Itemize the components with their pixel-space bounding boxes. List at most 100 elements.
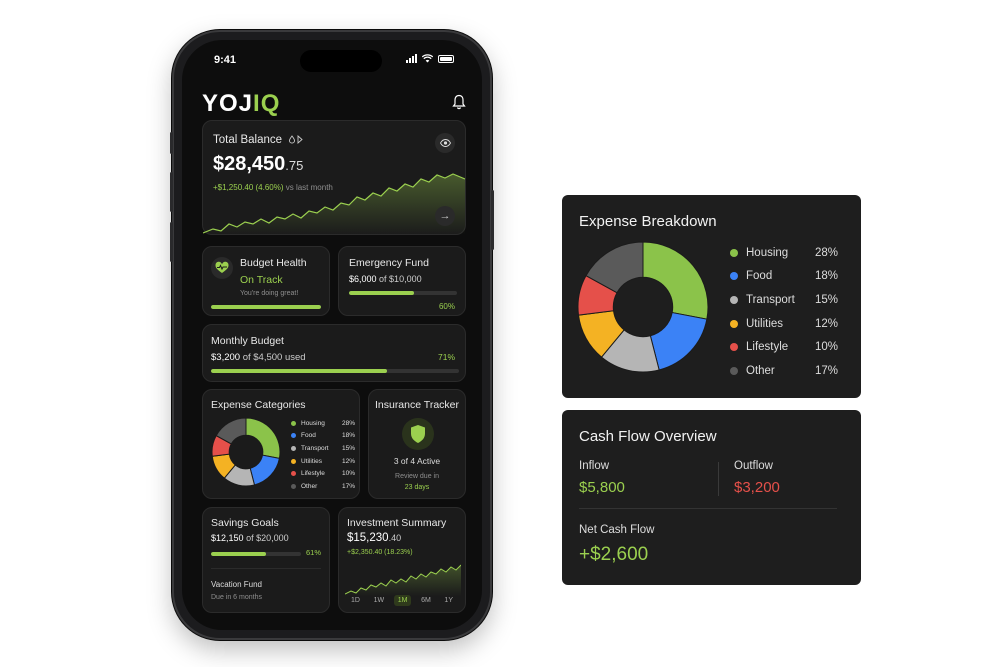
phone-frame: 9:41 YOJIQ Total Balance $28,450.75 +$1,… <box>170 30 494 640</box>
monthly-budget-percent: 71% <box>437 352 455 362</box>
legend-item-housing: Housing 28% <box>730 241 838 265</box>
emergency-fund-fill <box>349 291 414 295</box>
monthly-budget-card[interactable]: Monthly Budget $3,200 of $4,500 used 71% <box>202 324 466 382</box>
expense-breakdown-card[interactable]: Expense Breakdown Housing 28% Food 18% Trans… <box>562 195 861 398</box>
expense-categories-card[interactable]: Expense Categories Housing 28% Food 18% Tran… <box>202 389 360 499</box>
legend-percent: 17% <box>341 482 355 490</box>
app-header: YOJIQ <box>202 90 466 120</box>
cash-flow-divider-vertical <box>718 462 719 496</box>
legend-item-food: Food 18% <box>291 430 355 443</box>
expense-categories-legend: Housing 28% Food 18% Transport 15% Utilities 12… <box>291 417 355 493</box>
emergency-fund-card[interactable]: Emergency Fund $6,000 of $10,000 60% <box>338 246 466 316</box>
eye-icon[interactable] <box>435 133 455 153</box>
inflow-value: $5,800 <box>579 479 625 496</box>
savings-amount: $12,150 of $20,000 <box>211 533 289 543</box>
savings-percent: 61% <box>305 548 321 557</box>
donut-slice-food <box>649 311 708 371</box>
legend-item-other: Other 17% <box>291 480 355 493</box>
monthly-budget-amount: $3,200 of $4,500 used <box>211 352 306 363</box>
monthly-budget-fill <box>211 369 388 373</box>
balance-trend-chart <box>203 173 465 235</box>
timeframe-1d[interactable]: 1D <box>347 595 364 606</box>
cash-flow-title: Cash Flow Overview <box>579 428 717 445</box>
legend-label: Lifestyle <box>746 341 789 354</box>
legend-label: Other <box>301 482 318 490</box>
investment-summary-card[interactable]: Investment Summary $15,230.40 +$2,350.40… <box>338 507 466 613</box>
legend-percent: 12% <box>814 317 838 330</box>
expense-breakdown-legend: Housing 28% Food 18% Transport 15% Utilities 12… <box>730 241 838 383</box>
legend-dot <box>291 458 296 464</box>
donut-slice-housing <box>642 241 709 320</box>
legend-label: Other <box>746 364 775 377</box>
insurance-tracker-card[interactable]: Insurance Tracker 3 of 4 Active Review d… <box>368 389 466 499</box>
emergency-fund-bar <box>349 291 457 295</box>
volume-down-button <box>170 222 173 262</box>
legend-item-lifestyle: Lifestyle 10% <box>730 335 838 359</box>
timeframe-selector: 1D 1W 1M 6M 1Y <box>347 595 457 606</box>
savings-title: Savings Goals <box>211 517 279 529</box>
legend-label: Housing <box>746 246 789 259</box>
phone-screen: 9:41 YOJIQ Total Balance $28,450.75 +$1,… <box>182 40 482 630</box>
insurance-days: 23 days <box>404 484 430 491</box>
timeframe-1y[interactable]: 1Y <box>440 595 457 606</box>
battery-icon <box>438 54 454 63</box>
net-cash-flow-value: +$2,600 <box>579 544 649 565</box>
legend-item-other: Other 17% <box>730 359 838 383</box>
legend-dot <box>730 366 738 375</box>
donut-slice-housing <box>245 417 281 459</box>
legend-item-transport: Transport 15% <box>730 288 838 312</box>
legend-percent: 10% <box>341 470 355 478</box>
legend-percent: 28% <box>341 419 355 427</box>
expense-breakdown-donut <box>577 241 709 373</box>
balance-arrow-button[interactable]: → <box>435 206 455 226</box>
signal-icon <box>406 54 417 63</box>
legend-percent: 10% <box>814 341 838 354</box>
savings-goal-due: Due in 6 months <box>211 594 262 601</box>
heart-pulse-icon <box>211 257 233 279</box>
legend-label: Utilities <box>301 457 322 465</box>
budget-health-subtitle: You're doing great! <box>240 290 299 297</box>
legend-percent: 12% <box>341 457 355 465</box>
legend-label: Food <box>301 432 316 440</box>
legend-item-utilities: Utilities 12% <box>730 312 838 336</box>
legend-dot <box>291 445 296 451</box>
donut-slice-food <box>249 454 280 486</box>
budget-health-status: On Track <box>240 274 283 286</box>
savings-goals-card[interactable]: Savings Goals $12,150 of $20,000 61% Vac… <box>202 507 330 613</box>
legend-dot <box>291 471 296 477</box>
legend-dot <box>730 248 738 257</box>
drops-icon <box>289 135 303 144</box>
monthly-budget-title: Monthly Budget <box>211 335 284 347</box>
legend-dot <box>291 433 296 439</box>
budget-health-card[interactable]: Budget Health On Track You're doing grea… <box>202 246 330 316</box>
total-balance-card[interactable]: Total Balance $28,450.75 +$1,250.40 (4.6… <box>202 120 466 235</box>
shield-icon <box>402 418 434 450</box>
expense-categories-donut <box>211 417 281 487</box>
legend-item-utilities: Utilities 12% <box>291 455 355 468</box>
timeframe-1m[interactable]: 1M <box>393 595 412 606</box>
legend-dot <box>291 420 296 426</box>
timeframe-1w[interactable]: 1W <box>370 595 389 606</box>
timeframe-6m[interactable]: 6M <box>417 595 435 606</box>
investment-trend-chart <box>345 564 461 596</box>
legend-label: Utilities <box>746 317 784 330</box>
legend-item-transport: Transport 15% <box>291 442 355 455</box>
net-cash-flow-label: Net Cash Flow <box>579 524 655 536</box>
legend-percent: 15% <box>341 444 355 452</box>
insurance-title: Insurance Tracker <box>374 399 460 411</box>
expense-breakdown-title: Expense Breakdown <box>579 213 717 230</box>
legend-percent: 18% <box>341 432 355 440</box>
savings-bar <box>211 552 301 556</box>
legend-label: Food <box>746 270 773 283</box>
cash-flow-card[interactable]: Cash Flow Overview Inflow $5,800 Outflow… <box>562 410 861 585</box>
legend-dot <box>730 343 738 352</box>
savings-goal-name: Vacation Fund <box>211 580 262 589</box>
budget-health-bar <box>211 305 321 309</box>
legend-dot <box>730 272 738 281</box>
savings-divider <box>211 568 321 569</box>
legend-item-housing: Housing 28% <box>291 417 355 430</box>
status-bar: 9:41 <box>182 52 482 70</box>
bell-icon[interactable] <box>452 94 466 110</box>
inflow-label: Inflow <box>579 460 610 472</box>
outflow-value: $3,200 <box>734 479 780 496</box>
